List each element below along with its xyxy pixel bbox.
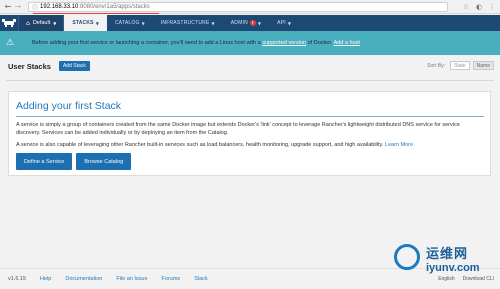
top-navigation: ⌂ Default ▼ STACKS ▼ CATALOG ▼ INFRASTRU… bbox=[0, 15, 500, 31]
bookmark-star-icon[interactable]: ☆ bbox=[462, 2, 470, 12]
footer-link-documentation[interactable]: Documentation bbox=[65, 276, 102, 282]
page-header: User Stacks Add Stack Sort By: State Nam… bbox=[0, 55, 500, 77]
nav-api-label: API bbox=[277, 20, 286, 26]
url-highlight bbox=[33, 13, 159, 14]
nav-stacks-label: STACKS bbox=[72, 20, 94, 26]
page-title: User Stacks bbox=[8, 61, 51, 71]
sort-name-button[interactable]: Name bbox=[472, 61, 494, 70]
chevron-down-icon: ▼ bbox=[257, 20, 262, 26]
sort-state-button[interactable]: State bbox=[449, 61, 470, 70]
alert-badge: ! bbox=[249, 20, 256, 26]
banner-text: Before adding your first service or laun… bbox=[32, 40, 360, 46]
address-bar[interactable]: ⓘ 192.168.33.10 :8080/env/1a5/apps/stack… bbox=[28, 2, 448, 12]
banner-text-before: Before adding your first service or laun… bbox=[32, 40, 263, 46]
card-title: Adding your first Stack bbox=[16, 100, 122, 112]
nav-admin[interactable]: ADMIN ! ▼ bbox=[223, 15, 269, 31]
chevron-down-icon: ▼ bbox=[141, 20, 145, 26]
nav-catalog[interactable]: CATALOG ▼ bbox=[107, 15, 153, 31]
header-divider bbox=[6, 80, 494, 81]
watermark-logo-icon bbox=[394, 244, 420, 270]
learn-more-link[interactable]: Learn More bbox=[385, 142, 413, 148]
nav-admin-label: ADMIN bbox=[230, 20, 248, 26]
home-icon: ⌂ bbox=[26, 19, 30, 27]
empty-state-card: Adding your first Stack A service is sim… bbox=[8, 91, 491, 176]
environment-label: Default bbox=[32, 20, 51, 26]
rancher-logo-icon[interactable] bbox=[0, 15, 18, 31]
watermark: 运维网 iyunv.com bbox=[390, 240, 494, 286]
add-stack-button[interactable]: Add Stack bbox=[58, 61, 90, 71]
chevron-down-icon: ▼ bbox=[95, 20, 99, 26]
warning-icon: ⚠ bbox=[6, 38, 15, 48]
nav-infrastructure[interactable]: INFRASTRUCTURE ▼ bbox=[153, 15, 223, 31]
supported-version-link[interactable]: supported version bbox=[262, 40, 306, 46]
nav-catalog-label: CATALOG bbox=[115, 20, 140, 26]
sort-control: Sort By: State Name bbox=[427, 61, 494, 70]
card-divider bbox=[16, 116, 484, 117]
forward-icon[interactable]: → bbox=[13, 1, 23, 13]
card-description-2: A service is also capable of leveraging … bbox=[16, 142, 484, 148]
chevron-down-icon: ▼ bbox=[287, 20, 292, 26]
url-host: 192.168.33.10 bbox=[40, 4, 79, 10]
card-description-2-text: A service is also capable of leveraging … bbox=[16, 142, 384, 148]
watermark-en: iyunv.com bbox=[426, 262, 480, 274]
watermark-cn: 运维网 bbox=[426, 247, 469, 262]
nav-api[interactable]: API ▼ bbox=[269, 15, 299, 31]
footer-link-forums[interactable]: Forums bbox=[162, 276, 181, 282]
extension-icon[interactable]: ◐ bbox=[475, 2, 483, 12]
footer-link-help[interactable]: Help bbox=[40, 276, 51, 282]
nav-stacks[interactable]: STACKS ▼ bbox=[64, 15, 107, 31]
back-icon[interactable]: ← bbox=[3, 1, 13, 13]
footer-link-slack[interactable]: Slack bbox=[194, 276, 207, 282]
sort-label: Sort By: bbox=[427, 62, 445, 69]
add-host-link[interactable]: Add a host bbox=[334, 40, 360, 46]
chevron-down-icon: ▼ bbox=[53, 20, 57, 26]
browser-toolbar: ← → ⓘ 192.168.33.10 :8080/env/1a5/apps/s… bbox=[0, 0, 500, 14]
chevron-down-icon: ▼ bbox=[211, 20, 215, 26]
banner-text-middle: of Docker. bbox=[306, 40, 334, 46]
info-icon[interactable]: ⓘ bbox=[32, 3, 38, 12]
warning-banner: ⚠ Before adding your first service or la… bbox=[0, 31, 500, 55]
nav-infrastructure-label: INFRASTRUCTURE bbox=[160, 20, 210, 26]
version-label: v1.6.15 bbox=[8, 276, 27, 282]
card-description: A service is simply a group of container… bbox=[16, 122, 460, 136]
environment-selector[interactable]: ⌂ Default ▼ bbox=[18, 15, 65, 31]
define-service-button[interactable]: Define a Service bbox=[16, 153, 73, 170]
browse-catalog-button[interactable]: Browse Catalog bbox=[76, 153, 132, 170]
menu-icon[interactable]: ⋮ bbox=[488, 2, 496, 12]
url-path: :8080/env/1a5/apps/stacks bbox=[78, 4, 150, 10]
footer-link-file-issue[interactable]: File an Issue bbox=[116, 276, 147, 282]
